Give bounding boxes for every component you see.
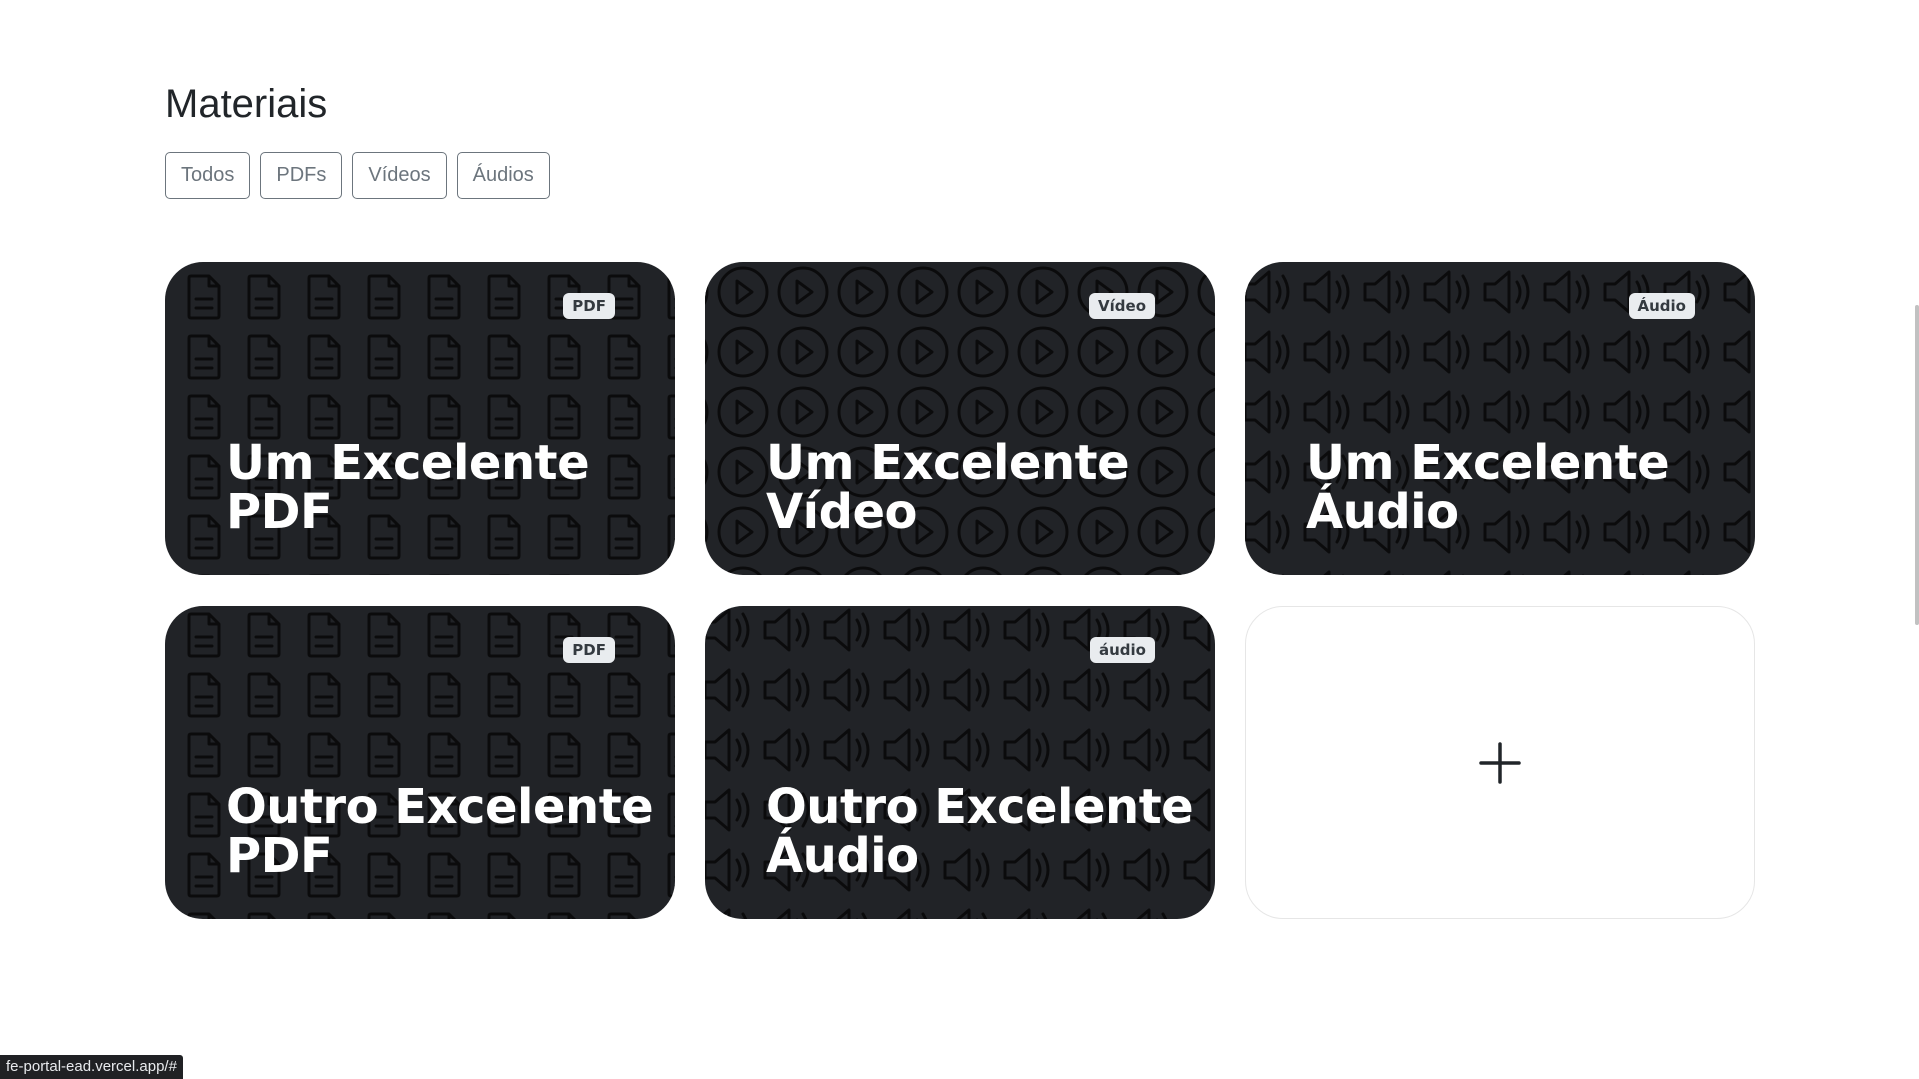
filter-group: Todos PDFs Vídeos Áudios bbox=[165, 152, 1755, 199]
filter-audios-button[interactable]: Áudios bbox=[456, 152, 550, 199]
materials-header: Materiais Todos PDFs Vídeos Áudios bbox=[165, 78, 1755, 199]
type-badge: áudio bbox=[1090, 637, 1155, 663]
material-card[interactable]: áudio Outro Excelente Áudio bbox=[705, 606, 1215, 919]
type-badge: PDF bbox=[563, 637, 615, 663]
materials-grid: PDF Um Excelente PDF Vídeo Um Excelente … bbox=[165, 262, 1755, 919]
material-card[interactable]: PDF Outro Excelente PDF bbox=[165, 606, 675, 919]
filter-videos-button[interactable]: Vídeos bbox=[352, 152, 447, 199]
plus-icon bbox=[1479, 741, 1521, 784]
material-card[interactable]: Vídeo Um Excelente Vídeo bbox=[705, 262, 1215, 575]
page: Materiais Todos PDFs Vídeos Áudios PDF U… bbox=[0, 0, 1919, 1079]
filter-pdfs-button[interactable]: PDFs bbox=[260, 152, 343, 199]
section-title: Materiais bbox=[165, 82, 328, 126]
card-title: Um Excelente Áudio bbox=[1306, 435, 1670, 540]
material-card[interactable]: PDF Um Excelente PDF bbox=[165, 262, 675, 575]
type-badge: Áudio bbox=[1628, 293, 1695, 319]
card-title: Outro Excelente Áudio bbox=[766, 779, 1194, 884]
card-title: Outro Excelente PDF bbox=[226, 779, 654, 884]
status-bar-url: fe-portal-ead.vercel.app/# bbox=[0, 1055, 183, 1079]
type-badge: Vídeo bbox=[1089, 293, 1155, 319]
material-card[interactable]: Áudio Um Excelente Áudio bbox=[1245, 262, 1755, 575]
filter-all-button[interactable]: Todos bbox=[165, 152, 251, 199]
type-badge: PDF bbox=[563, 293, 615, 319]
card-title: Um Excelente PDF bbox=[226, 435, 590, 540]
scrollbar-thumb[interactable] bbox=[1915, 305, 1919, 625]
add-material-button[interactable] bbox=[1245, 606, 1755, 919]
card-title: Um Excelente Vídeo bbox=[766, 435, 1130, 540]
